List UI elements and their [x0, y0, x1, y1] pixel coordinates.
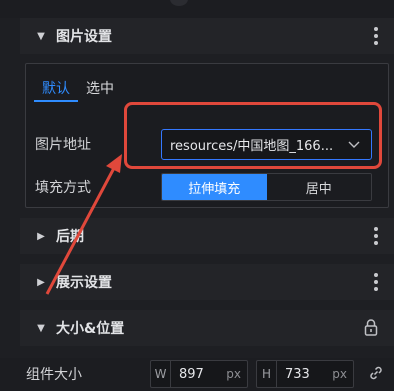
chevron-down-icon [348, 141, 360, 148]
section-title-post-processing: 后期 [56, 229, 84, 245]
component-size-row: 组件大小 W 897 px H 733 px [0, 358, 394, 391]
state-tabs: 默认 选中 [34, 74, 122, 104]
width-key: W [151, 361, 171, 387]
link-icon[interactable] [368, 365, 384, 381]
caret-right-icon: ▶ [37, 230, 45, 242]
section-title-display-settings: 展示设置 [56, 275, 112, 291]
section-title-size-position: 大小&位置 [56, 321, 125, 337]
top-strip [0, 0, 394, 18]
component-size-label: 组件大小 [26, 367, 82, 383]
fill-mode-toggle: 拉伸填充 居中 [161, 173, 372, 201]
height-value: 733 [285, 366, 310, 382]
width-unit: px [226, 367, 241, 381]
tab-default[interactable]: 默认 [34, 74, 78, 102]
fill-mode-center[interactable]: 居中 [266, 174, 371, 200]
more-options-icon[interactable] [368, 27, 384, 45]
image-address-value: resources/中国地图_166... [170, 139, 334, 154]
image-settings-panel: 默认 选中 图片地址 resources/中国地图_166... 填充方式 拉伸… [25, 63, 389, 208]
more-options-icon[interactable] [368, 273, 384, 291]
caret-down-icon: ▼ [37, 322, 45, 334]
image-address-label: 图片地址 [35, 137, 91, 153]
section-header-image-settings[interactable]: ▼ 图片设置 [20, 18, 394, 54]
tab-selected[interactable]: 选中 [78, 74, 122, 102]
width-value: 897 [179, 366, 204, 382]
fill-mode-label: 填充方式 [35, 180, 91, 196]
height-key: H [257, 361, 277, 387]
fill-mode-stretch[interactable]: 拉伸填充 [162, 174, 267, 200]
section-title-image-settings: 图片设置 [56, 29, 112, 45]
lock-icon[interactable] [364, 318, 378, 336]
section-header-display-settings[interactable]: ▶ 展示设置 [20, 264, 394, 300]
section-header-post-processing[interactable]: ▶ 后期 [20, 218, 394, 254]
width-input[interactable]: W 897 px [150, 360, 248, 388]
section-header-size-position[interactable]: ▼ 大小&位置 [20, 310, 394, 346]
more-options-icon[interactable] [368, 227, 384, 245]
height-input[interactable]: H 733 px [256, 360, 354, 388]
image-address-select[interactable]: resources/中国地图_166... [161, 129, 372, 160]
caret-down-icon: ▼ [37, 30, 45, 42]
height-unit: px [332, 367, 347, 381]
caret-right-icon: ▶ [37, 276, 45, 288]
scroll-nub [170, 0, 188, 6]
